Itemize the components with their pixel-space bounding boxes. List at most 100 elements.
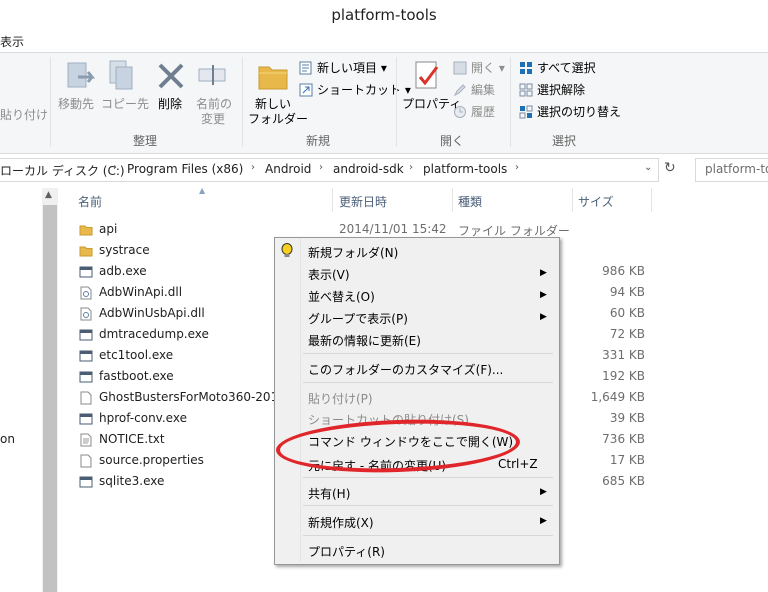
file-row-size: 1,649 KB bbox=[590, 390, 645, 404]
menu-item-sort-by[interactable]: 並べ替え(O) bbox=[308, 288, 375, 305]
submenu-arrow-icon: ▶ bbox=[540, 268, 547, 278]
file-row-name[interactable]: NOTICE.txt bbox=[99, 432, 165, 446]
file-row-name[interactable]: AdbWinApi.dll bbox=[99, 285, 182, 299]
menu-item-share[interactable]: 共有(H) bbox=[308, 485, 350, 502]
new-folder-button-line1[interactable]: 新しい bbox=[255, 97, 291, 112]
ribbon: 貼り付け 移動先 コピー先 削除 名前の 変更 整理 新しい フォルダー 新しい… bbox=[0, 53, 768, 154]
menu-item-properties[interactable]: プロパティ(R) bbox=[308, 543, 385, 560]
breadcrumb-chevron-icon[interactable]: › bbox=[251, 162, 255, 173]
group-label-select: 選択 bbox=[551, 134, 576, 148]
delete-icon bbox=[158, 63, 184, 89]
exe-icon bbox=[79, 328, 93, 342]
column-divider[interactable] bbox=[651, 188, 652, 212]
file-row-name[interactable]: sqlite3.exe bbox=[99, 474, 164, 488]
new-item-button[interactable]: 新しい項目 ▾ bbox=[317, 61, 387, 76]
menu-separator bbox=[303, 382, 553, 383]
select-all-icon bbox=[520, 62, 532, 74]
breadcrumb-chevron-icon[interactable]: › bbox=[409, 162, 413, 173]
menu-item-new-folder[interactable]: 新規フォルダ(N) bbox=[308, 244, 398, 261]
copy-to-icon bbox=[109, 60, 133, 90]
properties-icon bbox=[415, 61, 439, 89]
new-item-icon bbox=[299, 61, 312, 75]
folder-icon bbox=[79, 244, 93, 258]
move-to-button[interactable]: 移動先 bbox=[58, 97, 94, 112]
file-row-name[interactable]: hprof-conv.exe bbox=[99, 411, 187, 425]
submenu-arrow-icon: ▶ bbox=[540, 290, 547, 300]
refresh-icon[interactable]: ↻ bbox=[664, 160, 676, 176]
address-dropdown-icon[interactable]: ⌄ bbox=[644, 162, 652, 173]
file-row-name[interactable]: api bbox=[99, 222, 117, 236]
nav-scrollbar-thumb[interactable] bbox=[43, 205, 57, 592]
invert-selection-button[interactable]: 選択の切り替え bbox=[537, 105, 621, 120]
breadcrumb-android[interactable]: Android bbox=[265, 162, 311, 176]
paste-button[interactable]: 貼り付け bbox=[0, 108, 48, 123]
copy-to-button[interactable]: コピー先 bbox=[101, 97, 149, 112]
file-row-name[interactable]: source.properties bbox=[99, 453, 204, 467]
exe-icon bbox=[79, 265, 93, 279]
menu-item-refresh[interactable]: 最新の情報に更新(E) bbox=[308, 332, 421, 349]
file-row-name[interactable]: AdbWinUsbApi.dll bbox=[99, 306, 205, 320]
menu-separator bbox=[303, 477, 553, 478]
sidebar-item[interactable]: on bbox=[0, 432, 15, 446]
delete-button[interactable]: 削除 bbox=[158, 97, 182, 112]
file-row-name[interactable]: adb.exe bbox=[99, 264, 147, 278]
breadcrumb-program-files[interactable]: Program Files (x86) bbox=[127, 162, 243, 176]
column-header-name[interactable]: 名前 bbox=[78, 193, 102, 210]
breadcrumb-local-disk[interactable]: ローカル ディスク (C:) bbox=[0, 162, 125, 179]
column-divider[interactable] bbox=[572, 188, 573, 212]
file-row-date: 2014/11/01 15:42 bbox=[339, 222, 447, 236]
rename-icon bbox=[198, 65, 226, 85]
new-folder-button-line2[interactable]: フォルダー bbox=[248, 112, 308, 127]
exe-icon bbox=[79, 412, 93, 426]
history-button[interactable]: 履歴 bbox=[471, 105, 495, 120]
column-divider[interactable] bbox=[332, 188, 333, 212]
file-row-size: 736 KB bbox=[602, 432, 645, 446]
file-row-name[interactable]: dmtracedump.exe bbox=[99, 327, 209, 341]
group-separator bbox=[510, 57, 511, 147]
group-label-organize: 整理 bbox=[132, 134, 157, 148]
file-row-name[interactable]: systrace bbox=[99, 243, 150, 257]
select-none-icon bbox=[519, 83, 533, 97]
search-input[interactable]: platform-to bbox=[695, 158, 768, 182]
menu-separator bbox=[303, 353, 553, 354]
breadcrumb-android-sdk[interactable]: android-sdk bbox=[333, 162, 404, 176]
breadcrumb-chevron-icon[interactable]: › bbox=[113, 162, 117, 173]
ribbon-tab-bar bbox=[0, 30, 768, 53]
menu-item-group-by[interactable]: グループで表示(P) bbox=[308, 310, 408, 327]
select-all-button[interactable]: すべて選択 bbox=[537, 61, 596, 76]
breadcrumb-chevron-icon[interactable]: › bbox=[319, 162, 323, 173]
scroll-up-icon[interactable]: ▲ bbox=[45, 190, 52, 200]
file-icon bbox=[79, 454, 93, 468]
edit-button[interactable]: 編集 bbox=[471, 83, 495, 98]
file-row-name[interactable]: fastboot.exe bbox=[99, 369, 174, 383]
column-divider[interactable] bbox=[452, 188, 453, 212]
invert-selection-icon bbox=[519, 105, 533, 119]
file-row-name[interactable]: etc1tool.exe bbox=[99, 348, 173, 362]
breadcrumb-chevron-icon[interactable]: › bbox=[515, 162, 519, 173]
menu-item-new[interactable]: 新規作成(X) bbox=[308, 514, 374, 531]
menu-item-view[interactable]: 表示(V) bbox=[308, 266, 350, 283]
column-header-type[interactable]: 種類 bbox=[458, 193, 482, 210]
column-header-date[interactable]: 更新日時 bbox=[339, 193, 387, 210]
folder-icon bbox=[79, 223, 93, 237]
text-file-icon bbox=[79, 433, 93, 447]
select-none-button[interactable]: 選択解除 bbox=[537, 83, 585, 98]
column-header-size[interactable]: サイズ bbox=[578, 193, 614, 210]
file-icon bbox=[79, 391, 93, 405]
menu-item-customize[interactable]: このフォルダーのカスタマイズ(F)... bbox=[308, 361, 503, 378]
exe-icon bbox=[79, 475, 93, 489]
history-icon bbox=[454, 106, 466, 118]
search-placeholder: platform-to bbox=[705, 162, 768, 176]
move-to-icon bbox=[67, 62, 96, 88]
exe-icon bbox=[79, 349, 93, 363]
new-folder-icon bbox=[258, 66, 288, 90]
open-button[interactable]: 開く ▾ bbox=[471, 61, 505, 76]
tab-view[interactable]: 表示 bbox=[0, 33, 24, 50]
file-row-name[interactable]: GhostBustersForMoto360-2014 bbox=[99, 390, 286, 404]
file-row-size: 17 KB bbox=[609, 453, 645, 467]
rename-button-line1[interactable]: 名前の bbox=[196, 97, 232, 112]
file-row-size: 685 KB bbox=[602, 474, 645, 488]
rename-button-line2[interactable]: 変更 bbox=[201, 112, 225, 127]
breadcrumb-platform-tools[interactable]: platform-tools bbox=[423, 162, 507, 176]
menu-item-paste[interactable]: 貼り付け(P) bbox=[308, 390, 373, 407]
